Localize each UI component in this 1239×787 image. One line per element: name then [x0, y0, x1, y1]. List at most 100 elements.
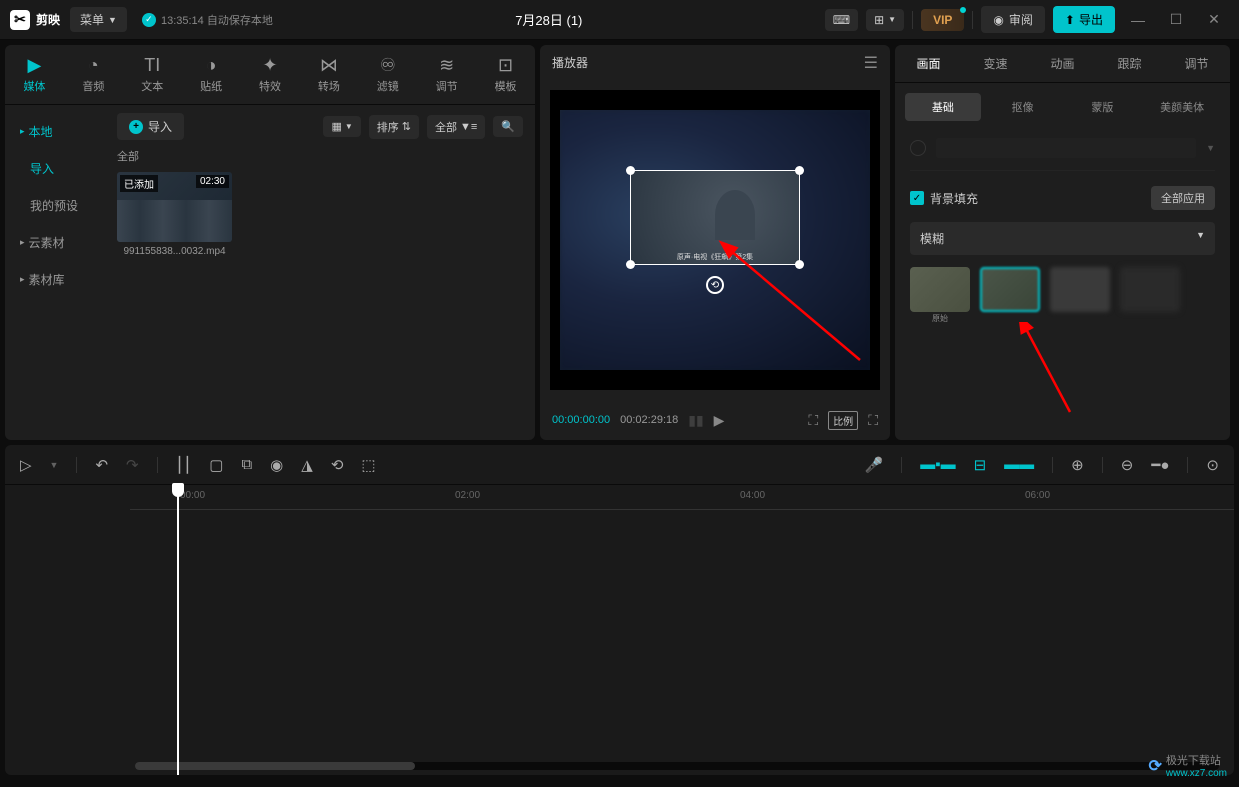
- tab-tracking[interactable]: 跟踪: [1096, 45, 1163, 82]
- player-menu-icon[interactable]: ☰: [864, 53, 878, 73]
- disabled-row: ▼: [910, 141, 1215, 171]
- keyboard-icon[interactable]: ⌨: [825, 9, 858, 31]
- crop-tool-icon[interactable]: ⬚: [361, 456, 375, 474]
- magnet-track-icon[interactable]: ⊟: [974, 456, 987, 474]
- vip-button[interactable]: VIP: [921, 9, 964, 31]
- resize-handle-tr[interactable]: [795, 166, 804, 175]
- split-icon[interactable]: ⎮⎮: [176, 456, 192, 474]
- menu-dropdown[interactable]: 菜单▼: [70, 7, 127, 32]
- sort-button[interactable]: 排序 ⇅: [369, 115, 419, 139]
- timeline-panel: ▷ ▼ ↶ ↷ ⎮⎮ ▢ ⧉ ◉ ◮ ⟲ ⬚ 🎤 ▬▪▬ ⊟ ▬▬ ⊕ ⊖ ━●…: [5, 445, 1234, 775]
- resize-handle-tl[interactable]: [626, 166, 635, 175]
- select-tool-icon[interactable]: ▷: [20, 456, 32, 474]
- resize-handle-br[interactable]: [795, 260, 804, 269]
- zoom-slider[interactable]: ━●: [1151, 456, 1169, 474]
- apply-all-button[interactable]: 全部应用: [1151, 186, 1215, 210]
- preview-icon[interactable]: ⊕: [1071, 456, 1084, 474]
- player-canvas[interactable]: 原声·电视《狂飙》第2集 ⟲: [550, 90, 880, 390]
- maximize-button[interactable]: ☐: [1161, 11, 1191, 28]
- media-clip-item[interactable]: 已添加 02:30 991155838...0032.mp4: [117, 172, 232, 257]
- media-sidebar: ▸本地 导入 我的预设 ▸云素材 ▸素材库: [5, 105, 105, 440]
- delete-left-icon[interactable]: ▢: [209, 456, 223, 474]
- crop-icon[interactable]: ⛶: [808, 412, 818, 429]
- filter-all-button[interactable]: 全部 ▼≡: [427, 115, 485, 139]
- zoom-out-icon[interactable]: ⊖: [1121, 456, 1134, 474]
- blur-option-1[interactable]: 原始: [910, 267, 970, 312]
- minimize-button[interactable]: —: [1123, 12, 1153, 28]
- freeze-icon[interactable]: ◉: [270, 456, 283, 474]
- sidebar-import[interactable]: 导入: [5, 150, 105, 187]
- delete-right-icon[interactable]: ⧉: [241, 456, 252, 473]
- media-grid: +导入 ▦ ▼ 排序 ⇅ 全部 ▼≡ 🔍 全部 已添加 02:30 991155…: [105, 105, 535, 440]
- timeline-scrollbar[interactable]: [135, 762, 1219, 770]
- app-logo: ✂ 剪映: [10, 10, 60, 30]
- rotate-handle[interactable]: ⟲: [706, 276, 724, 294]
- prev-frame-icon[interactable]: ▮▮: [688, 412, 703, 429]
- app-name: 剪映: [36, 11, 60, 28]
- redo-icon[interactable]: ↷: [126, 456, 139, 474]
- resize-handle-bl[interactable]: [626, 260, 635, 269]
- rotate-icon[interactable]: ⟲: [331, 456, 344, 474]
- undo-icon[interactable]: ↶: [95, 456, 108, 474]
- import-button[interactable]: +导入: [117, 113, 184, 140]
- main-area: ▶媒体 ◔音频 TI文本 ◑贴纸 ✦特效 ⋈转场 ♾滤镜 ≋调节 ⊡模板 ▸本地…: [0, 40, 1239, 445]
- timeline-ruler[interactable]: 00:00 02:00 04:00 06:00: [130, 485, 1234, 510]
- blur-dropdown[interactable]: 模糊 ▼: [910, 222, 1215, 255]
- search-button[interactable]: 🔍: [493, 116, 523, 137]
- tab-effect[interactable]: ✦特效: [241, 45, 300, 104]
- export-icon: ⬆: [1065, 13, 1075, 27]
- player-title: 播放器: [552, 54, 588, 71]
- tab-animation[interactable]: 动画: [1029, 45, 1096, 82]
- blur-option-2[interactable]: [980, 267, 1040, 312]
- view-grid-button[interactable]: ▦ ▼: [323, 116, 360, 137]
- current-time: 00:00:00:00: [552, 414, 610, 426]
- tab-canvas[interactable]: 画面: [895, 45, 962, 82]
- transition-icon: ⋈: [320, 55, 338, 76]
- subtab-cutout[interactable]: 抠像: [985, 93, 1061, 121]
- video-frame[interactable]: 原声·电视《狂飙》第2集 ⟲: [630, 170, 800, 265]
- sidebar-presets[interactable]: 我的预设: [5, 187, 105, 224]
- ratio-button[interactable]: 比例: [828, 411, 858, 430]
- bg-fill-checkbox[interactable]: ✓ 背景填充: [910, 190, 978, 207]
- subtab-basic[interactable]: 基础: [905, 93, 981, 121]
- tab-speed[interactable]: 变速: [962, 45, 1029, 82]
- asset-tabs: ▶媒体 ◔音频 TI文本 ◑贴纸 ✦特效 ⋈转场 ♾滤镜 ≋调节 ⊡模板: [5, 45, 535, 105]
- blur-option-4[interactable]: [1120, 267, 1180, 312]
- clip-duration: 02:30: [196, 175, 229, 188]
- media-icon: ▶: [28, 55, 42, 76]
- zoom-fit-icon[interactable]: ⊙: [1206, 456, 1219, 474]
- tab-adjustment[interactable]: 调节: [1163, 45, 1230, 82]
- playhead[interactable]: [177, 485, 179, 775]
- sidebar-cloud[interactable]: ▸云素材: [5, 224, 105, 261]
- tab-transition[interactable]: ⋈转场: [299, 45, 358, 104]
- subtab-beauty[interactable]: 美颜美体: [1144, 93, 1220, 121]
- link-icon[interactable]: ▬▬: [1004, 456, 1034, 473]
- tab-media[interactable]: ▶媒体: [5, 45, 64, 104]
- project-title: 7月28日 (1): [273, 10, 825, 29]
- mirror-icon[interactable]: ◮: [301, 456, 313, 474]
- timeline-toolbar: ▷ ▼ ↶ ↷ ⎮⎮ ▢ ⧉ ◉ ◮ ⟲ ⬚ 🎤 ▬▪▬ ⊟ ▬▬ ⊕ ⊖ ━●…: [5, 445, 1234, 485]
- subtab-mask[interactable]: 蒙版: [1065, 93, 1141, 121]
- review-button[interactable]: ◉审阅: [981, 6, 1045, 33]
- audio-icon: ◔: [88, 55, 99, 76]
- fullscreen-icon[interactable]: ⛶: [868, 412, 878, 429]
- tab-adjust[interactable]: ≋调节: [417, 45, 476, 104]
- search-icon: 🔍: [501, 120, 515, 133]
- tab-filter[interactable]: ♾滤镜: [358, 45, 417, 104]
- blur-option-3[interactable]: [1050, 267, 1110, 312]
- play-button[interactable]: ▶: [714, 412, 725, 429]
- layout-icon[interactable]: ⊞ ▼: [866, 9, 904, 31]
- tab-sticker[interactable]: ◑贴纸: [182, 45, 241, 104]
- adjust-icon: ≋: [439, 55, 454, 76]
- mic-icon[interactable]: 🎤: [865, 456, 884, 474]
- close-button[interactable]: ✕: [1199, 11, 1229, 28]
- export-button[interactable]: ⬆导出: [1053, 6, 1115, 33]
- tab-template[interactable]: ⊡模板: [476, 45, 535, 104]
- save-status: ✓ 13:35:14 自动保存本地: [142, 12, 273, 28]
- sidebar-local[interactable]: ▸本地: [5, 113, 105, 150]
- sidebar-library[interactable]: ▸素材库: [5, 261, 105, 298]
- tab-text[interactable]: TI文本: [123, 45, 182, 104]
- inspector-tabs: 画面 变速 动画 跟踪 调节: [895, 45, 1230, 83]
- magnet-main-icon[interactable]: ▬▪▬: [920, 456, 955, 473]
- tab-audio[interactable]: ◔音频: [64, 45, 123, 104]
